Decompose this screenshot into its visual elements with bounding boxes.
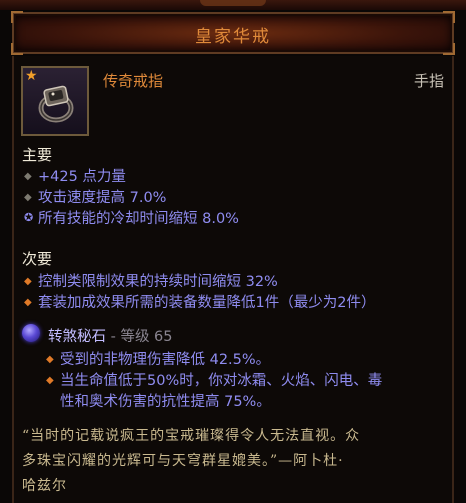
flavor-line: “当时的记载说疯王的宝戒璀璨得令人无法直视。众 bbox=[22, 428, 361, 444]
diamond-bullet-icon: ◆ bbox=[24, 192, 32, 203]
orange-diamond-icon: ◆ bbox=[46, 354, 54, 365]
swirl-bullet-icon: ✪ bbox=[24, 211, 34, 224]
top-frame-ornament bbox=[200, 0, 266, 6]
gem-effect: ◆ 当生命值低于50%时，你对冰霜、火焰、闪电、毒 bbox=[46, 369, 382, 390]
secondary-heading: 次要 bbox=[22, 250, 53, 268]
flavor-line: 哈兹尔 bbox=[22, 478, 67, 494]
primary-stat-text: 所有技能的冷却时间缩短 8.0% bbox=[38, 211, 239, 227]
gem-level: - 等级 65 bbox=[106, 329, 173, 345]
primary-stat: ◆ +425 点力量 bbox=[24, 165, 126, 186]
gem-effect-continued: 性和奥术伤害的抗性提高 75%。 bbox=[60, 390, 271, 411]
secondary-stat-text: 控制类限制效果的持续时间缩短 32% bbox=[38, 274, 278, 290]
gem-name: 转煞秘石 bbox=[48, 329, 106, 345]
item-icon-frame: ★ bbox=[21, 66, 89, 136]
gem-effect-text: 受到的非物理伤害降低 42.5%。 bbox=[60, 352, 271, 368]
primary-stat: ✪ 所有技能的冷却时间缩短 8.0% bbox=[24, 207, 239, 228]
gem-effect-text: 性和奥术伤害的抗性提高 75%。 bbox=[60, 394, 271, 410]
gem-icon bbox=[22, 324, 40, 342]
item-title-bar: 皇家华戒 bbox=[11, 11, 455, 55]
secondary-stat-text: 套装加成效果所需的装备数量降低1件（最少为2件） bbox=[38, 295, 376, 311]
diamond-bullet-icon: ◆ bbox=[24, 171, 32, 182]
flavor-line: 多珠宝闪耀的光辉可与天穹群星媲美。”—阿卜杜· bbox=[22, 453, 344, 469]
orange-diamond-icon: ◆ bbox=[24, 297, 32, 308]
item-type-label: 传奇戒指 bbox=[103, 72, 164, 90]
item-slot-label: 手指 bbox=[413, 72, 444, 90]
orange-diamond-icon: ◆ bbox=[24, 276, 32, 287]
orange-diamond-icon: ◆ bbox=[46, 375, 54, 386]
primary-stat: ◆ 攻击速度提高 7.0% bbox=[24, 186, 166, 207]
top-frame-strip bbox=[0, 0, 466, 10]
item-title: 皇家华戒 bbox=[195, 27, 271, 47]
primary-stat-text: 攻击速度提高 7.0% bbox=[38, 190, 167, 206]
primary-stat-text: +425 点力量 bbox=[38, 169, 126, 185]
secondary-stat: ◆ 控制类限制效果的持续时间缩短 32% bbox=[24, 270, 278, 291]
gem-title: 转煞秘石 - 等级 65 bbox=[48, 325, 173, 346]
ring-icon bbox=[38, 85, 74, 123]
gem-effect: ◆ 受到的非物理伤害降低 42.5%。 bbox=[46, 348, 270, 369]
flavor-text: “当时的记载说疯王的宝戒璀璨得令人无法直视。众 多珠宝闪耀的光辉可与天穹群星媲美… bbox=[22, 424, 447, 499]
secondary-stat: ◆ 套装加成效果所需的装备数量降低1件（最少为2件） bbox=[24, 291, 375, 312]
primary-heading: 主要 bbox=[22, 146, 53, 164]
gem-effect-text: 当生命值低于50%时，你对冰霜、火焰、闪电、毒 bbox=[60, 373, 383, 389]
